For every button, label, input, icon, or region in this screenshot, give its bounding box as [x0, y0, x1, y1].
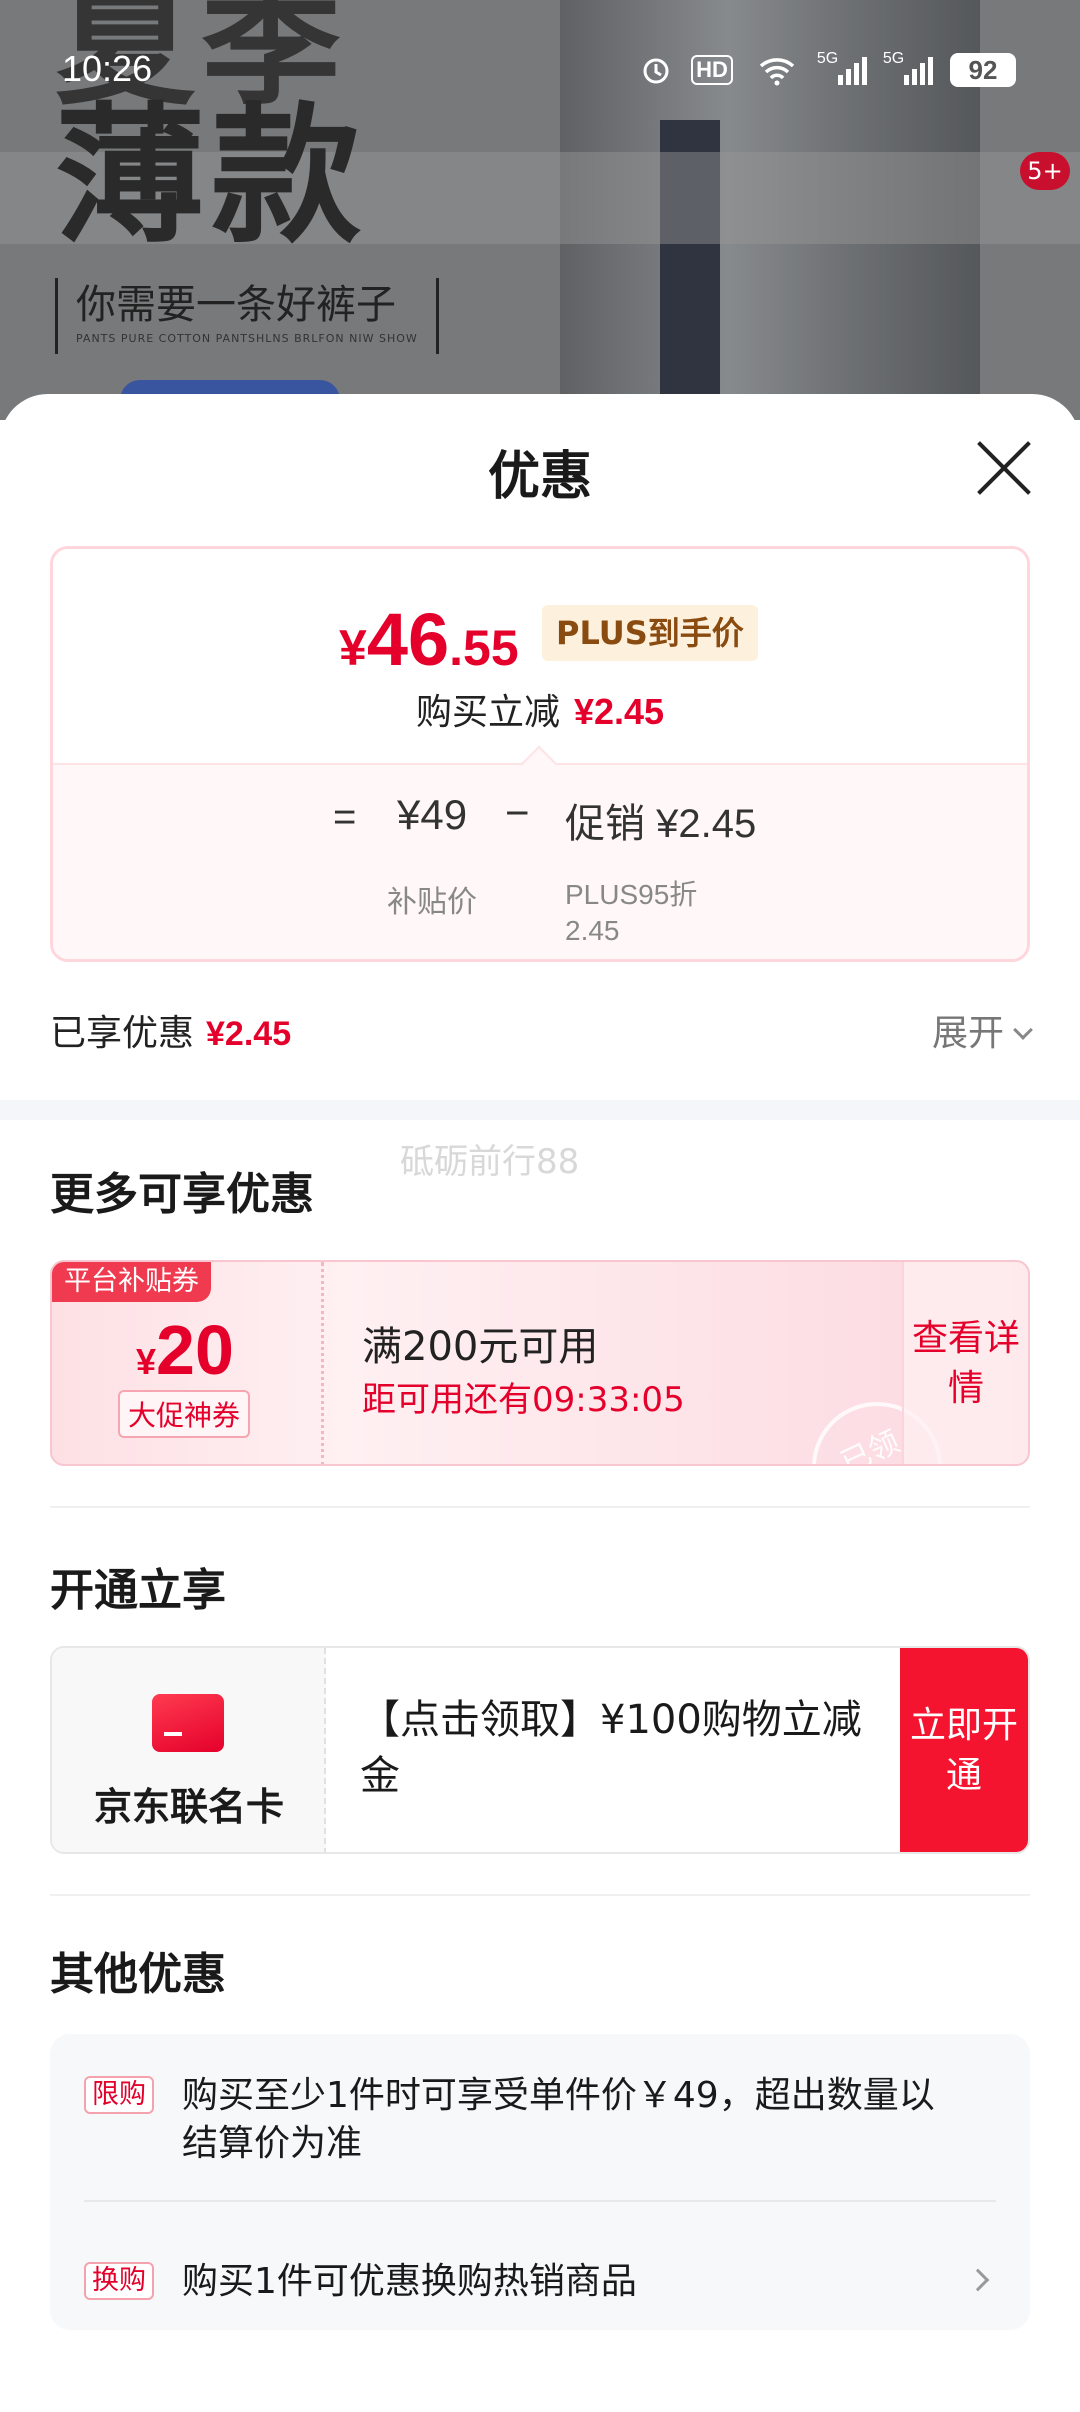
battery-icon: 92: [950, 53, 1016, 87]
coupon-amount: ¥20: [136, 1310, 234, 1390]
close-icon[interactable]: [972, 436, 1036, 500]
section-divider: [50, 1506, 1030, 1508]
coupon-number: 20: [156, 1311, 234, 1389]
signal-icon: 5G: [880, 50, 936, 90]
co-branded-card-offer[interactable]: 京东联名卡 【点击领取】¥100购物立减金 立即开通: [50, 1646, 1030, 1854]
reduce-value: ¥2.45: [573, 691, 665, 732]
promo-detail: PLUS95折 2.45: [565, 879, 698, 946]
open-benefits-title: 开通立享: [50, 1565, 226, 1616]
coupon-card[interactable]: 平台补贴券 ¥20 大促神券 满200元可用 距可用还有09:33:05 已领 …: [50, 1260, 1030, 1466]
coupon-currency: ¥: [136, 1341, 157, 1382]
cart-count-badge: 5+: [1020, 152, 1070, 190]
card-name: 京东联名卡: [93, 1785, 284, 1829]
status-bar: 10:26 HD 5G 5G 92: [0, 0, 1080, 140]
coupon-condition: 满200元可用: [362, 1324, 599, 1370]
coupon-value-area: 平台补贴券 ¥20 大促神券: [52, 1262, 324, 1464]
watermark: 砥砺前行88: [400, 1142, 580, 1182]
sheet-title: 优惠: [487, 447, 592, 507]
open-now-button[interactable]: 立即开通: [900, 1648, 1028, 1852]
other-discounts-title: 其他优惠: [50, 1949, 226, 2000]
promo-discount: 促销 ¥2.45: [565, 802, 757, 846]
slogan-cn: 你需要一条好裤子: [76, 282, 396, 328]
list-item-text: 购买1件可优惠换购热销商品: [182, 2261, 637, 2302]
chevron-down-icon: [1013, 1020, 1033, 1040]
price-breakdown: = ¥49 补贴价 − 促销 ¥2.45 PLUS95折 2.45: [53, 763, 1027, 959]
equals-sign: =: [333, 795, 357, 839]
hd-label: HD: [691, 55, 733, 85]
enjoyed-label: 已享优惠: [50, 1013, 195, 1054]
slogan-en: PANTS PURE COTTON PANTSHLNS BRLFON NIW S…: [76, 332, 418, 345]
expand-button[interactable]: 展开: [931, 1004, 1033, 1056]
enjoyed-discount-row: 已享优惠 ¥2.45 展开: [50, 1004, 1033, 1056]
reduce-line: 购买立减 ¥2.45: [53, 683, 1027, 735]
alarm-icon: [636, 50, 676, 90]
limit-purchase-tag: 限购: [84, 2076, 154, 2114]
coupon-detail-button[interactable]: 查看详情: [902, 1262, 1028, 1464]
list-item[interactable]: 换购 购买1件可优惠换购热销商品: [84, 2261, 996, 2310]
section-divider: [50, 1894, 1030, 1896]
price-decimal: .55: [449, 620, 519, 676]
status-time: 10:26: [62, 48, 153, 89]
section-divider: [0, 1100, 1080, 1120]
enjoyed-value: ¥2.45: [206, 1015, 292, 1053]
exchange-purchase-tag: 换购: [84, 2262, 154, 2300]
card-description: 【点击领取】¥100购物立减金: [360, 1697, 862, 1799]
list-item: 限购 购买至少1件时可享受单件价￥49，超出数量以结算价为准: [84, 2075, 996, 2186]
coupon-tag: 平台补贴券: [52, 1262, 211, 1302]
final-price: ¥46.55: [339, 597, 519, 682]
coupon-type: 大促神券: [118, 1390, 251, 1438]
reduce-label: 购买立减: [415, 692, 560, 733]
base-price: ¥49: [397, 791, 468, 838]
currency-symbol: ¥: [339, 620, 367, 676]
network-type-label: 5G: [816, 50, 839, 67]
plus-price-tag: PLUS到手价: [542, 605, 758, 661]
other-discounts-list: 限购 购买至少1件时可享受单件价￥49，超出数量以结算价为准 换购 购买1件可优…: [50, 2034, 1030, 2330]
product-slogan: 你需要一条好裤子 PANTS PURE COTTON PANTSHLNS BRL…: [55, 278, 439, 354]
network-type-label: 5G: [882, 50, 905, 67]
card-brand-area: 京东联名卡: [52, 1648, 326, 1852]
credit-card-icon: [152, 1694, 224, 1752]
price-summary: ¥46.55 PLUS到手价 购买立减 ¥2.45: [53, 549, 1027, 763]
price-card: ¥46.55 PLUS到手价 购买立减 ¥2.45 = ¥49 补贴价 − 促销 …: [50, 546, 1030, 962]
list-divider: [84, 2200, 996, 2202]
base-price-label: 补贴价: [387, 886, 477, 919]
price-integer: 46: [366, 598, 450, 681]
expand-label: 展开: [931, 1013, 1004, 1054]
hd-icon: HD: [690, 50, 734, 90]
wifi-icon: [752, 50, 802, 90]
coupon-countdown: 距可用还有09:33:05: [362, 1380, 685, 1420]
minus-sign: −: [505, 789, 530, 836]
list-item-text: 购买至少1件时可享受单件价￥49，超出数量以结算价为准: [182, 2075, 935, 2164]
more-discounts-title: 更多可享优惠: [50, 1169, 314, 1220]
discount-sheet: 优惠 ¥46.55 PLUS到手价 购买立减 ¥2.45 = ¥49 补贴价 − …: [0, 394, 1080, 2412]
signal-icon: 5G: [814, 50, 870, 90]
